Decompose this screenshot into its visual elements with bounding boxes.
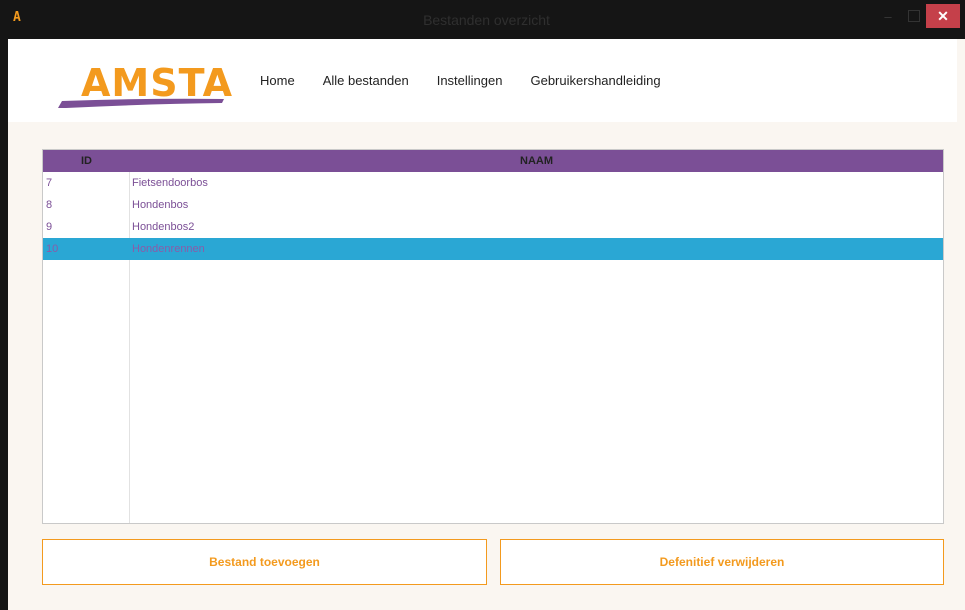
nav-item-gebruikershandleiding[interactable]: Gebruikershandleiding <box>530 73 660 88</box>
nav-item-instellingen[interactable]: Instellingen <box>437 73 503 88</box>
cell-name: Hondenrennen <box>132 243 205 255</box>
cell-name: Hondenbos2 <box>132 221 195 233</box>
cell-name: Hondenbos <box>132 199 189 211</box>
cell-name: Fietsendoorbos <box>132 177 208 189</box>
add-file-button[interactable]: Bestand toevoegen <box>42 539 487 585</box>
minimize-button[interactable]: – <box>881 7 895 27</box>
table-row-selected[interactable]: 10 Hondenrennen <box>43 238 943 260</box>
main-nav: Home Alle bestanden Instellingen Gebruik… <box>260 73 689 88</box>
title-bar[interactable]: A Bestanden overzicht – ✕ <box>8 0 965 39</box>
close-button[interactable]: ✕ <box>926 4 960 28</box>
header: AMSTA Home Alle bestanden Instellingen G… <box>8 39 957 122</box>
nav-item-alle-bestanden[interactable]: Alle bestanden <box>323 73 409 88</box>
table-header: ID NAAM <box>43 150 943 172</box>
cell-id: 9 <box>46 221 53 233</box>
table-row[interactable]: 9 Hondenbos2 <box>43 216 943 238</box>
column-header-naam[interactable]: NAAM <box>130 150 943 172</box>
table-row[interactable]: 7 Fietsendoorbos <box>43 172 943 194</box>
column-header-id[interactable]: ID <box>43 150 130 172</box>
nav-item-home[interactable]: Home <box>260 73 295 88</box>
app-window: A Bestanden overzicht – ✕ AMSTA Home All… <box>8 0 965 610</box>
cell-id: 8 <box>46 199 53 211</box>
table-row[interactable]: 8 Hondenbos <box>43 194 943 216</box>
amsta-logo: AMSTA <box>56 61 232 109</box>
cell-id: 10 <box>46 243 59 255</box>
delete-permanently-button[interactable]: Defenitief verwijderen <box>500 539 944 585</box>
logo-swoosh <box>58 98 224 108</box>
maximize-button[interactable] <box>908 10 920 22</box>
cell-id: 7 <box>46 177 53 189</box>
files-table[interactable]: ID NAAM 7 Fietsendoorbos 8 Hondenbos 9 H… <box>42 149 944 524</box>
window-title: Bestanden overzicht <box>423 12 550 28</box>
